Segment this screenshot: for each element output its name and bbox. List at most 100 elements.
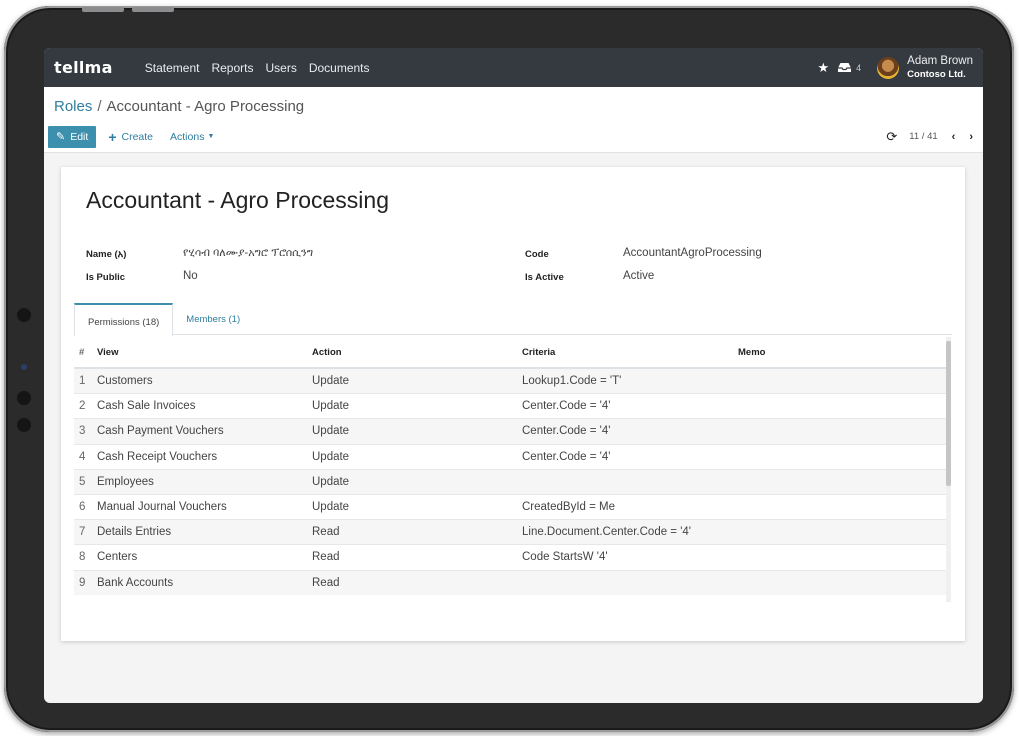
row-action: Update	[312, 375, 350, 388]
row-num: 8	[79, 551, 86, 564]
row-num: 9	[79, 576, 86, 589]
tablet-camera	[21, 364, 27, 370]
table-row[interactable]: 2 Cash Sale Invoices Update Center.Code …	[74, 394, 946, 420]
code-label: Code	[525, 249, 549, 260]
tablet-sensor	[17, 308, 31, 322]
grid-scrollbar[interactable]	[946, 337, 951, 602]
row-view: Cash Receipt Vouchers	[97, 450, 218, 463]
edit-button[interactable]: ✎ Edit	[48, 125, 97, 148]
grid-body: 1 Customers Update Lookup1.Code = 'T' 2 …	[74, 369, 946, 595]
col-action-header: Action	[312, 346, 342, 358]
create-button[interactable]: + Create	[108, 129, 153, 145]
row-num: 4	[79, 450, 86, 463]
row-criteria: Lookup1.Code = 'T'	[522, 375, 622, 388]
row-num: 1	[79, 375, 86, 388]
row-criteria: Center.Code = '4'	[522, 450, 611, 463]
breadcrumb-separator: /	[97, 98, 102, 115]
row-num: 5	[79, 475, 86, 488]
nav-link-documents[interactable]: Documents	[309, 61, 370, 75]
inbox-icon	[838, 63, 852, 72]
row-view: Details Entries	[97, 526, 172, 539]
table-row[interactable]: 3 Cash Payment Vouchers Update Center.Co…	[74, 419, 946, 445]
table-row[interactable]: 1 Customers Update Lookup1.Code = 'T'	[74, 369, 946, 395]
is-active-value: Active	[623, 270, 655, 282]
row-action: Update	[312, 425, 350, 438]
refresh-icon[interactable]: ⟳	[886, 129, 897, 145]
pager-controls: ⟳ 11 / 41 ‹ ›	[886, 129, 979, 145]
row-action: Update	[312, 475, 350, 488]
app-screen: tellma Statement Reports Users Documents…	[44, 48, 983, 703]
actions-dropdown[interactable]: Actions ▼	[170, 131, 214, 143]
col-view-header: View	[97, 346, 119, 358]
table-row[interactable]: 7 Details Entries Read Line.Document.Cen…	[74, 520, 946, 546]
row-action: Read	[312, 526, 340, 539]
nav-link-statement[interactable]: Statement	[145, 61, 200, 75]
col-num-header: #	[79, 346, 85, 358]
code-value: AccountantAgroProcessing	[623, 247, 762, 259]
row-num: 3	[79, 425, 86, 438]
col-criteria-header: Criteria	[522, 346, 556, 358]
row-action: Read	[312, 576, 340, 589]
star-icon[interactable]: ★	[817, 60, 829, 76]
nav-link-reports[interactable]: Reports	[211, 61, 253, 75]
row-view: Employees	[97, 475, 154, 488]
plus-icon: +	[108, 128, 117, 145]
company-name: Contoso Ltd.	[907, 68, 966, 80]
breadcrumb-roles-link[interactable]: Roles	[54, 98, 92, 115]
row-criteria: CreatedById = Me	[522, 501, 616, 514]
pager-text: 11 / 41	[909, 131, 938, 142]
row-view: Cash Sale Invoices	[97, 400, 196, 413]
row-action: Update	[312, 501, 350, 514]
row-criteria: Center.Code = '4'	[522, 425, 611, 438]
row-action: Update	[312, 400, 350, 413]
row-view: Manual Journal Vouchers	[97, 501, 227, 514]
row-criteria: Line.Document.Center.Code = '4'	[522, 526, 692, 539]
row-action: Read	[312, 551, 340, 564]
tablet-sensor	[17, 418, 31, 432]
col-memo-header: Memo	[738, 346, 766, 358]
record-title: Accountant - Agro Processing	[86, 187, 389, 213]
record-tabs: Permissions (18) Members (1)	[74, 303, 952, 336]
breadcrumb: Roles / Accountant - Agro Processing	[44, 87, 983, 121]
is-public-value: No	[183, 270, 198, 282]
tablet-top-button	[82, 7, 124, 12]
row-view: Bank Accounts	[97, 576, 174, 589]
row-view: Cash Payment Vouchers	[97, 425, 224, 438]
tablet-sensor	[17, 391, 31, 405]
user-name: Adam Brown	[907, 54, 973, 67]
avatar[interactable]	[877, 56, 900, 79]
chevron-left-icon[interactable]: ‹	[952, 131, 956, 143]
tab-members[interactable]: Members (1)	[173, 303, 253, 335]
inbox-count: 4	[856, 62, 862, 73]
inbox-button[interactable]: 4	[837, 62, 861, 73]
brand-logo[interactable]: tellma	[54, 58, 113, 77]
row-num: 7	[79, 526, 86, 539]
nav-link-users[interactable]: Users	[265, 61, 296, 75]
name-value: የሂሳብ ባለሙያ-አግሮ ፕሮሰሲንግ	[183, 247, 314, 259]
name-label: Name (አ)	[86, 249, 127, 260]
toolbar: ✎ Edit + Create Actions ▼ ⟳ 11 / 41 ‹ ›	[44, 121, 983, 153]
tablet-top-button	[132, 7, 174, 12]
tablet-frame: tellma Statement Reports Users Documents…	[4, 6, 1014, 732]
caret-down-icon: ▼	[207, 133, 215, 140]
edit-button-label: Edit	[70, 130, 89, 143]
tab-permissions[interactable]: Permissions (18)	[74, 303, 174, 336]
is-public-label: Is Public	[86, 272, 126, 283]
table-row[interactable]: 4 Cash Receipt Vouchers Update Center.Co…	[74, 445, 946, 470]
table-row[interactable]: 8 Centers Read Code StartsW '4'	[74, 545, 946, 571]
navbar-right: ★ 4 Adam Brown Contoso Ltd.	[817, 55, 973, 81]
pencil-icon: ✎	[56, 131, 66, 143]
user-menu[interactable]: Adam Brown Contoso Ltd.	[907, 55, 973, 81]
chevron-right-icon[interactable]: ›	[969, 131, 973, 143]
row-view: Centers	[97, 551, 138, 564]
table-row[interactable]: 9 Bank Accounts Read	[74, 570, 946, 595]
table-row[interactable]: 5 Employees Update	[74, 469, 946, 495]
top-navbar: tellma Statement Reports Users Documents…	[44, 48, 983, 87]
row-num: 6	[79, 501, 86, 514]
grid-scroll-thumb[interactable]	[946, 341, 951, 486]
create-button-label: Create	[121, 130, 154, 143]
row-criteria: Code StartsW '4'	[522, 551, 608, 564]
table-row[interactable]: 6 Manual Journal Vouchers Update Created…	[74, 495, 946, 521]
row-view: Customers	[97, 375, 153, 388]
row-criteria: Center.Code = '4'	[522, 400, 611, 413]
